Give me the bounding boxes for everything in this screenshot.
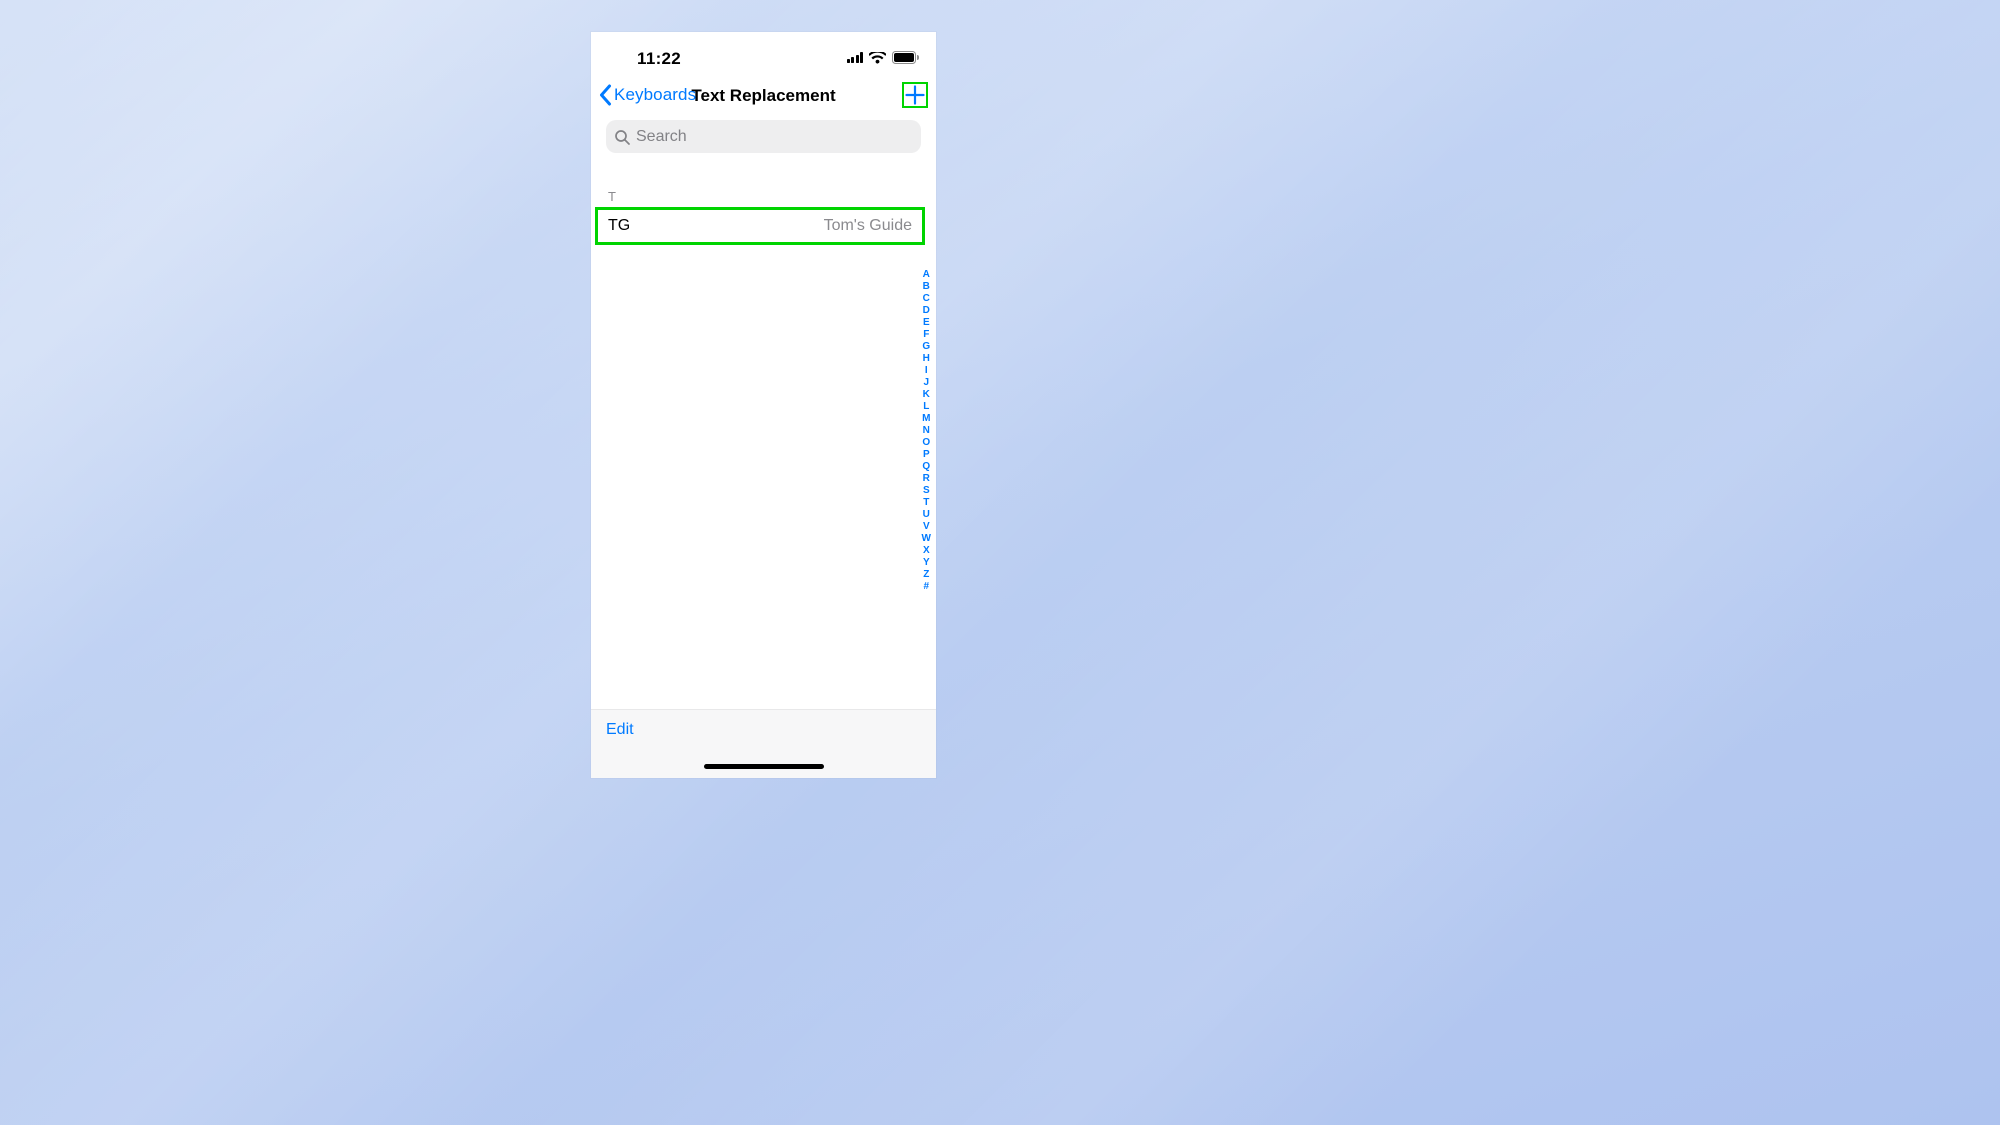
- plus-icon: [904, 84, 926, 106]
- index-letter[interactable]: X: [923, 545, 930, 557]
- section-header-letter: T: [608, 189, 616, 204]
- index-letter[interactable]: Z: [923, 569, 929, 581]
- index-letter[interactable]: N: [923, 425, 930, 437]
- index-strip[interactable]: A B C D E F G H I J K L M N O P Q R S T …: [922, 269, 931, 593]
- index-letter[interactable]: A: [923, 269, 930, 281]
- index-letter[interactable]: E: [923, 317, 930, 329]
- edit-button[interactable]: Edit: [606, 721, 634, 739]
- index-letter[interactable]: I: [925, 365, 928, 377]
- index-letter[interactable]: Y: [923, 557, 930, 569]
- index-letter[interactable]: T: [923, 497, 929, 509]
- index-letter[interactable]: Q: [922, 461, 930, 473]
- search-icon: [614, 129, 630, 145]
- search-placeholder: Search: [636, 128, 687, 146]
- add-button[interactable]: [902, 82, 928, 108]
- index-letter[interactable]: U: [923, 509, 930, 521]
- back-label: Keyboards: [614, 85, 696, 105]
- search-input[interactable]: Search: [606, 120, 921, 153]
- chevron-left-icon: [599, 84, 612, 106]
- back-button[interactable]: Keyboards: [599, 84, 696, 106]
- index-letter[interactable]: L: [923, 401, 929, 413]
- nav-bar: Text Replacement Keyboards: [591, 84, 936, 116]
- row-phrase: Tom's Guide: [824, 217, 912, 235]
- home-indicator[interactable]: [704, 764, 824, 769]
- index-letter[interactable]: O: [922, 437, 930, 449]
- index-letter[interactable]: J: [923, 377, 929, 389]
- battery-icon: [892, 51, 919, 64]
- status-right: [847, 51, 920, 64]
- index-letter[interactable]: P: [923, 449, 930, 461]
- index-letter[interactable]: C: [923, 293, 930, 305]
- index-letter[interactable]: H: [923, 353, 930, 365]
- index-letter[interactable]: #: [923, 581, 929, 593]
- index-letter[interactable]: R: [923, 473, 930, 485]
- wifi-icon: [869, 52, 886, 64]
- status-bar: 11:22: [591, 32, 936, 77]
- status-time: 11:22: [637, 49, 681, 69]
- index-letter[interactable]: S: [923, 485, 930, 497]
- index-letter[interactable]: B: [923, 281, 930, 293]
- index-letter[interactable]: F: [923, 329, 929, 341]
- index-letter[interactable]: K: [923, 389, 930, 401]
- cellular-icon: [847, 52, 864, 63]
- row-shortcut: TG: [608, 217, 630, 235]
- bottom-toolbar: Edit: [591, 709, 936, 778]
- index-letter[interactable]: W: [922, 533, 931, 545]
- replacement-row[interactable]: TG Tom's Guide: [595, 207, 925, 245]
- index-letter[interactable]: V: [923, 521, 930, 533]
- phone-screen: 11:22 Text Replacement Keyboards Search …: [591, 32, 936, 778]
- index-letter[interactable]: M: [922, 413, 930, 425]
- index-letter[interactable]: D: [923, 305, 930, 317]
- index-letter[interactable]: G: [922, 341, 930, 353]
